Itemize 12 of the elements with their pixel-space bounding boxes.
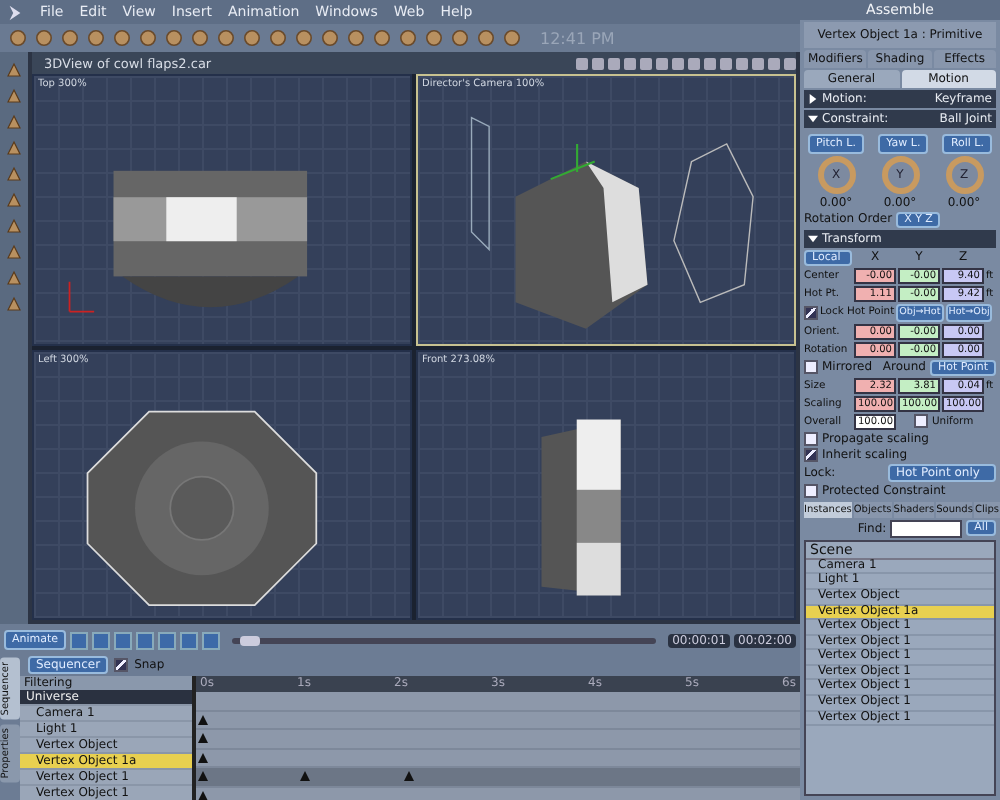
snap-checkbox[interactable] [114,657,129,671]
checkbox[interactable] [804,483,818,498]
checkbox[interactable] [804,360,818,375]
checkbox[interactable] [804,305,818,320]
keyframe-icon[interactable] [300,770,310,782]
find-field[interactable] [890,519,963,538]
checkbox[interactable] [804,431,818,446]
checkbox[interactable] [914,414,928,429]
checkbox[interactable] [804,447,818,462]
time-slider-thumb[interactable] [240,635,261,645]
keyframe-icon[interactable] [404,770,414,782]
expand-arrow-icon[interactable] [808,233,818,244]
